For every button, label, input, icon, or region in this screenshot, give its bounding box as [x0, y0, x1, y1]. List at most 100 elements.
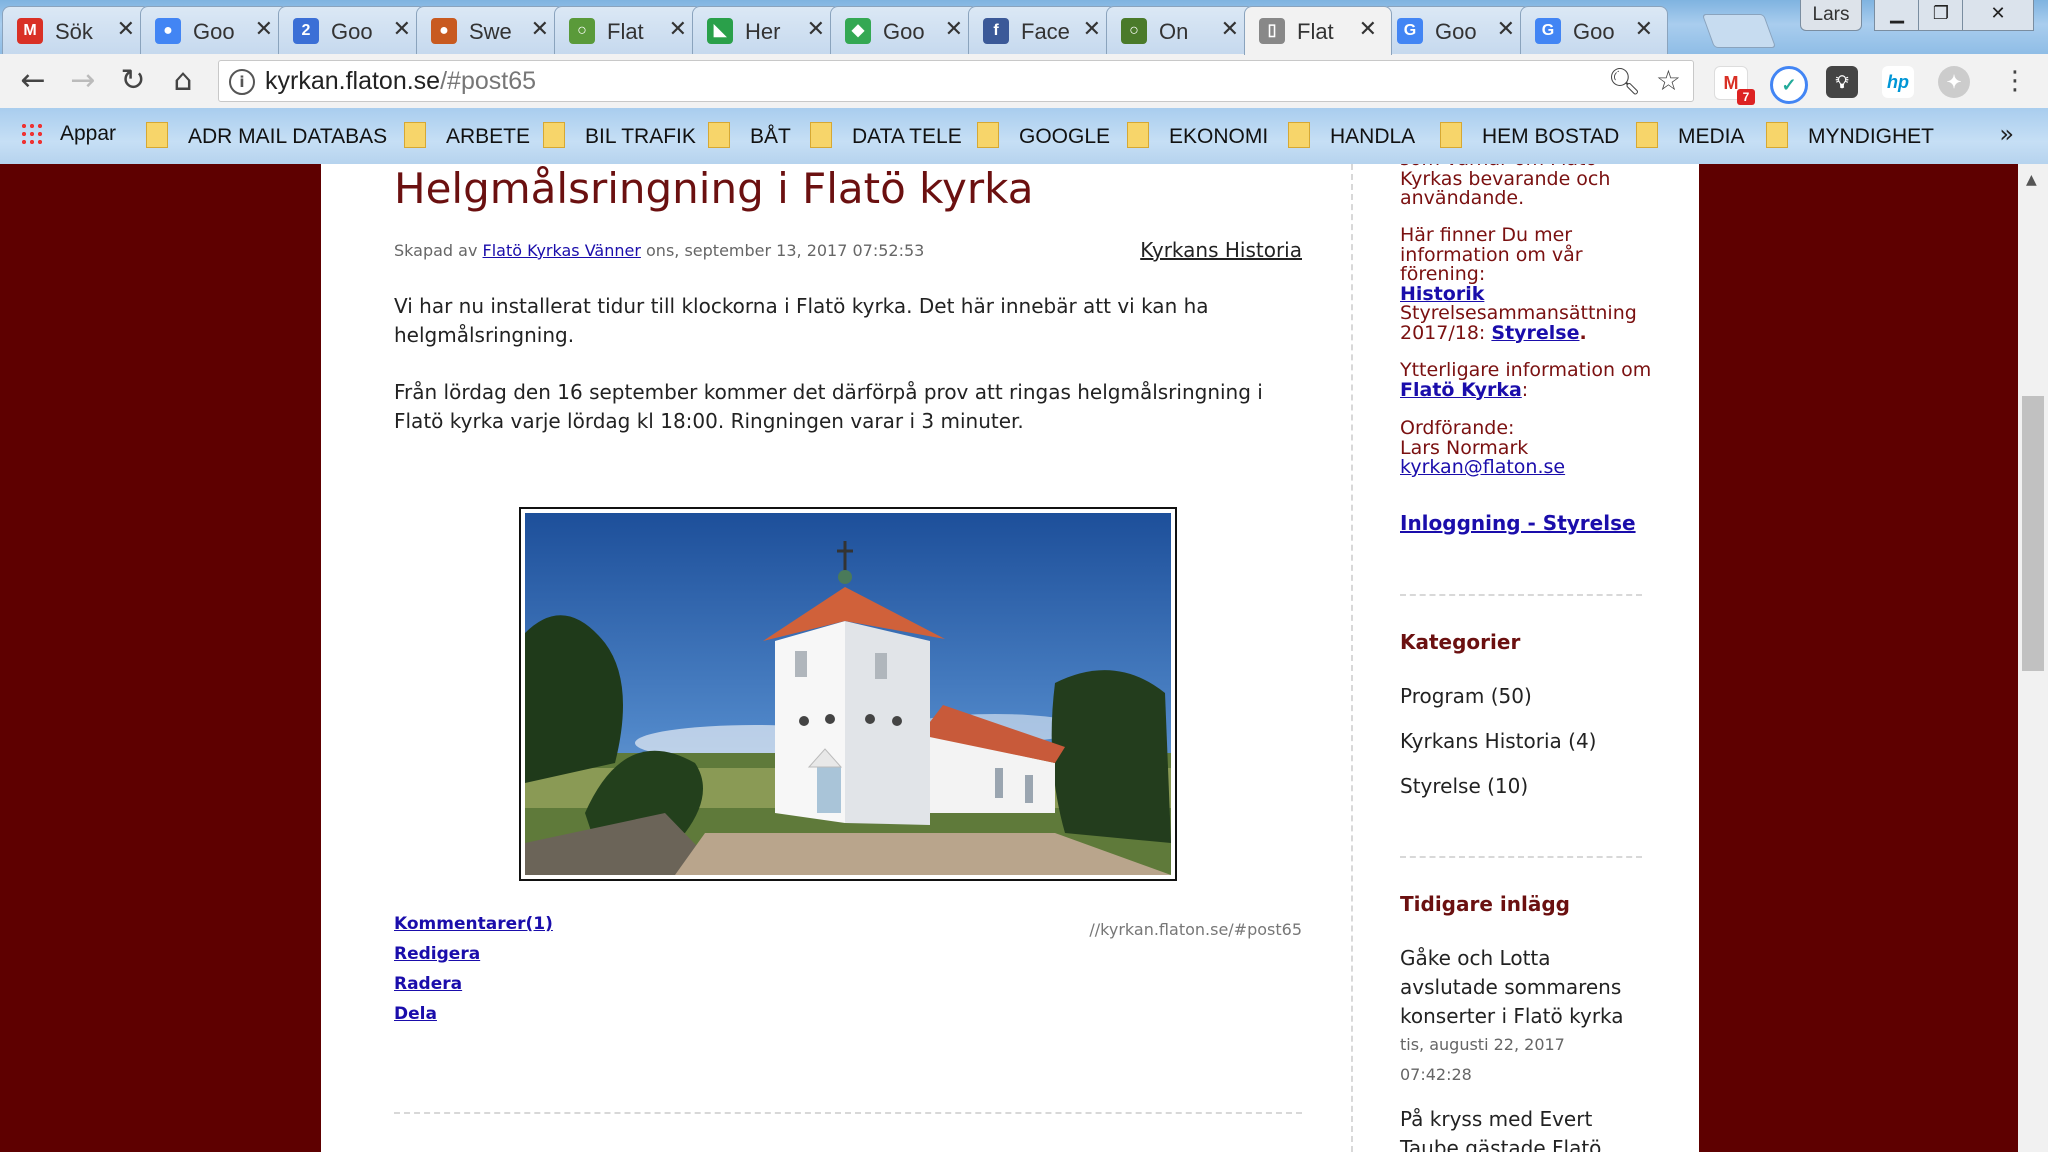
browser-tab[interactable]: ● Swe ✕: [416, 6, 564, 54]
close-tab-icon[interactable]: ✕: [117, 16, 135, 42]
scroll-thumb[interactable]: [2022, 396, 2044, 671]
browser-tab[interactable]: G Goo ✕: [1382, 6, 1530, 54]
back-arrow-icon[interactable]: ←: [14, 62, 52, 100]
url-text[interactable]: kyrkan.flaton.se/#post65: [265, 67, 536, 96]
bookmark-folder[interactable]: HEM BOSTAD: [1440, 122, 1619, 149]
close-tab-icon[interactable]: ✕: [393, 16, 411, 42]
post-title[interactable]: Helgmålsringning i Flatö kyrka: [394, 164, 1033, 213]
on-ring-icon: ○: [1121, 18, 1147, 44]
browser-tab[interactable]: G Goo ✕: [1520, 6, 1668, 54]
category-item[interactable]: Styrelse (10): [1400, 774, 1528, 798]
page-scrollbar[interactable]: ▲: [2018, 164, 2048, 1152]
bookmark-folder[interactable]: BIL TRAFIK: [543, 122, 696, 149]
profile-button[interactable]: Lars: [1800, 0, 1862, 31]
bookmark-folder[interactable]: BÅT: [708, 122, 791, 149]
previous-post-link[interactable]: Gåke och Lotta avslutade sommarens konse…: [1400, 944, 1640, 1031]
close-tab-icon[interactable]: ✕: [1359, 16, 1377, 42]
tab-title: Swe: [469, 19, 512, 44]
close-tab-icon[interactable]: ✕: [945, 16, 963, 42]
close-tab-icon[interactable]: ✕: [807, 16, 825, 42]
browser-tab[interactable]: ◆ Goo ✕: [830, 6, 978, 54]
flato-kyrka-link[interactable]: Flatö Kyrka: [1400, 379, 1522, 401]
google-maps-icon: ◆: [845, 18, 871, 44]
tab-title: Goo: [193, 19, 235, 44]
browser-tab[interactable]: 2 Goo ✕: [278, 6, 426, 54]
browser-tab[interactable]: ▯ Flat ✕: [1244, 6, 1392, 55]
page-viewport: Helgmålsringning i Flatö kyrka Skapad av…: [0, 164, 2048, 1152]
tab-title: On: [1159, 19, 1189, 44]
bookmark-folder[interactable]: ADR MAIL DATABAS: [146, 122, 387, 149]
post-category-link[interactable]: Kyrkans Historia: [1140, 238, 1302, 262]
new-tab-button[interactable]: [1701, 14, 1777, 48]
flaton-ring-icon: ○: [569, 18, 595, 44]
close-window-button[interactable]: ✕: [1962, 0, 2034, 31]
apps-grid-icon: [20, 122, 42, 144]
post-meta: Skapad av Flatö Kyrkas Vänner ons, septe…: [394, 241, 925, 260]
close-tab-icon[interactable]: ✕: [1083, 16, 1101, 42]
bookmark-folder[interactable]: ARBETE: [404, 122, 530, 149]
category-item[interactable]: Kyrkans Historia (4): [1400, 729, 1596, 753]
category-item[interactable]: Program (50): [1400, 684, 1532, 708]
previous-post-link[interactable]: På kryss med Evert Taube gästade Flatö: [1400, 1105, 1640, 1152]
share-link[interactable]: Dela: [394, 1004, 437, 1024]
zoom-icon[interactable]: 🔍︎: [1608, 67, 1641, 97]
here-icon: ◣: [707, 18, 733, 44]
close-tab-icon[interactable]: ✕: [255, 16, 273, 42]
browser-tab[interactable]: M Sök ✕: [2, 6, 150, 54]
close-tab-icon[interactable]: ✕: [669, 16, 687, 42]
minimize-button[interactable]: ▁: [1874, 0, 1920, 31]
styrelse-link[interactable]: Styrelse: [1491, 322, 1579, 344]
bookmark-folder[interactable]: MEDIA: [1636, 122, 1745, 149]
bookmark-folder[interactable]: HANDLA: [1288, 122, 1415, 149]
browser-tab[interactable]: ● Goo ✕: [140, 6, 288, 54]
login-link[interactable]: Inloggning - Styrelse: [1400, 511, 1636, 535]
post-paragraph: Från lördag den 16 september kommer det …: [394, 380, 1263, 433]
bookmarks-overflow-icon[interactable]: »: [1999, 120, 2014, 148]
browser-tab[interactable]: ○ Flat ✕: [554, 6, 702, 54]
bookmark-folder[interactable]: DATA TELE: [810, 122, 962, 149]
bookmark-folder[interactable]: MYNDIGHET: [1766, 122, 1934, 149]
reload-icon[interactable]: ↻: [114, 62, 152, 100]
home-icon[interactable]: ⌂: [164, 62, 202, 100]
puzzle-extension-icon[interactable]: ✦: [1938, 66, 1970, 98]
close-tab-icon[interactable]: ✕: [1635, 16, 1653, 42]
church-photo-image: [525, 513, 1171, 875]
gmail-icon: M: [17, 18, 43, 44]
previous-posts-heading: Tidigare inlägg: [1400, 892, 1570, 916]
bookmark-folder[interactable]: EKONOMI: [1127, 122, 1268, 149]
sidebar-info: Här finner Du mer information om vår för…: [1400, 224, 1637, 344]
bookmark-apps[interactable]: Appar: [20, 122, 116, 146]
tab-title: Goo: [1573, 19, 1615, 44]
delete-link[interactable]: Radera: [394, 974, 462, 994]
folder-icon: [1440, 122, 1462, 148]
comments-link[interactable]: Kommentarer(1): [394, 914, 553, 934]
close-tab-icon[interactable]: ✕: [1221, 16, 1239, 42]
browser-tab[interactable]: ◣ Her ✕: [692, 6, 840, 54]
tab-title: Goo: [1435, 19, 1477, 44]
categories-heading: Kategorier: [1400, 630, 1521, 654]
address-bar[interactable]: i kyrkan.flaton.se/#post65 🔍︎ ☆: [218, 60, 1694, 102]
email-link[interactable]: kyrkan@flaton.se: [1400, 456, 1565, 478]
site-info-icon[interactable]: i: [229, 69, 255, 95]
lightbulb-extension-icon[interactable]: 💡︎: [1826, 66, 1858, 98]
permalink[interactable]: //kyrkan.flaton.se/#post65: [1089, 920, 1302, 939]
close-tab-icon[interactable]: ✕: [531, 16, 549, 42]
tab-title: Goo: [331, 19, 373, 44]
browser-tab[interactable]: ○ On ✕: [1106, 6, 1254, 54]
author-link[interactable]: Flatö Kyrkas Vänner: [483, 241, 641, 260]
church-photo: [519, 507, 1177, 881]
sidebar-divider: [1400, 594, 1642, 596]
menu-dots-icon[interactable]: ⋮: [1996, 62, 2034, 100]
chrome-extension-icon[interactable]: ✓: [1770, 66, 1808, 104]
bookmark-star-icon[interactable]: ☆: [1656, 64, 1681, 97]
hp-extension-icon[interactable]: hp: [1882, 66, 1914, 98]
close-tab-icon[interactable]: ✕: [1497, 16, 1515, 42]
folder-icon: [1288, 122, 1310, 148]
browser-tab[interactable]: f Face ✕: [968, 6, 1116, 54]
forward-arrow-icon[interactable]: →: [64, 62, 102, 100]
scroll-up-arrow-icon[interactable]: ▲: [2026, 172, 2037, 188]
restore-button[interactable]: ❐: [1918, 0, 1964, 31]
edit-link[interactable]: Redigera: [394, 944, 480, 964]
bookmark-folder[interactable]: GOOGLE: [977, 122, 1110, 149]
gmail-extension-icon[interactable]: M7: [1714, 66, 1755, 105]
